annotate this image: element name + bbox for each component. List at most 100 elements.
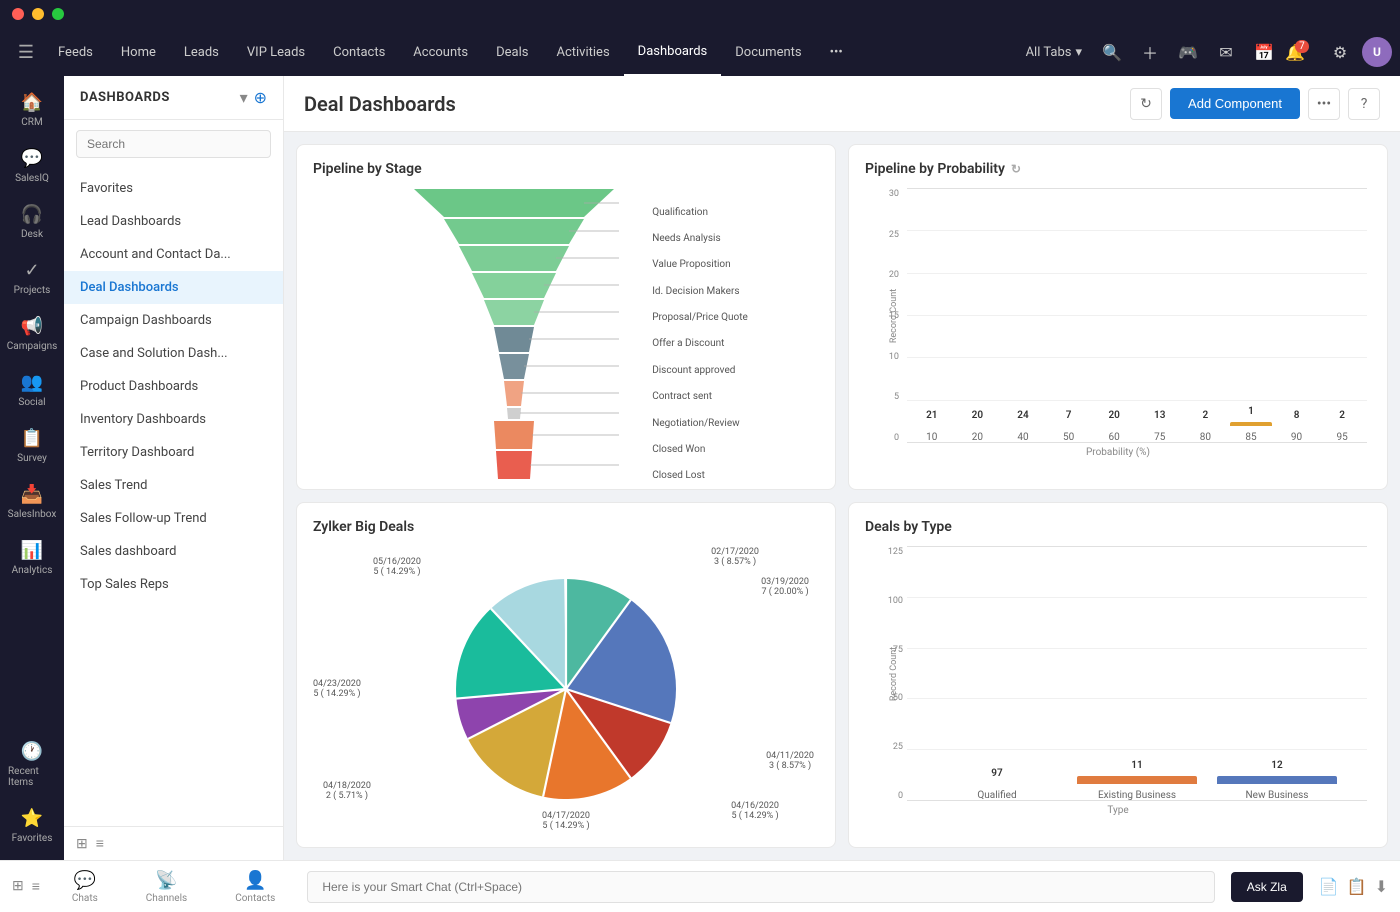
- bottom-tab-contacts[interactable]: 👤 Contacts: [219, 866, 291, 908]
- sidebar-item-survey[interactable]: 📋 Survey: [4, 420, 60, 472]
- gamepad-icon[interactable]: 🎮: [1172, 36, 1204, 68]
- nav-tab-contacts[interactable]: Contacts: [319, 28, 399, 76]
- minimize-dot[interactable]: [32, 8, 44, 20]
- add-icon[interactable]: ＋: [1134, 36, 1166, 68]
- nav-tabs: Feeds Home Leads VIP Leads Contacts Acco…: [44, 28, 1018, 76]
- sidebar-bottom-bar: ⊞ ≡: [64, 826, 283, 860]
- notification-icon[interactable]: 🔔 7: [1286, 36, 1318, 68]
- add-dashboard-icon[interactable]: ⊕: [254, 88, 267, 107]
- sidebar-nav-lead-dashboards[interactable]: Lead Dashboards: [64, 205, 283, 238]
- ask-zla-button[interactable]: Ask Zla: [1231, 872, 1303, 902]
- bar-value-95: 2: [1339, 410, 1345, 421]
- calendar-icon[interactable]: 📅: [1248, 36, 1280, 68]
- expand-icon[interactable]: ⊞: [76, 836, 88, 852]
- sidebar-nav-deal-dashboards[interactable]: Deal Dashboards: [64, 271, 283, 304]
- nav-tab-deals[interactable]: Deals: [482, 28, 542, 76]
- sidebar-nav-territory[interactable]: Territory Dashboard: [64, 436, 283, 469]
- hamburger-icon[interactable]: ☰: [8, 28, 44, 76]
- nav-tab-more[interactable]: •••: [816, 28, 857, 76]
- all-tabs-button[interactable]: All Tabs ▾: [1018, 45, 1090, 60]
- search-icon[interactable]: 🔍: [1096, 36, 1128, 68]
- page-title: Deal Dashboards: [304, 92, 1118, 116]
- sidebar-nav-account-contact[interactable]: Account and Contact Da...: [64, 238, 283, 271]
- title-bar: [0, 0, 1400, 28]
- bottom-tab-channels[interactable]: 📡 Channels: [130, 866, 203, 908]
- copy-icon[interactable]: 📋: [1347, 877, 1367, 896]
- nav-tab-feeds[interactable]: Feeds: [44, 28, 107, 76]
- sidebar-nav-sales-dashboard[interactable]: Sales dashboard: [64, 535, 283, 568]
- pipeline-by-probability-title: Pipeline by Probability ↻: [865, 161, 1371, 177]
- settings-icon[interactable]: ⚙: [1324, 36, 1356, 68]
- pie-label-02172020: 02/17/20203 ( 8.57% ): [711, 547, 759, 567]
- campaigns-icon: 📢: [21, 316, 43, 337]
- sidebar-item-analytics[interactable]: 📊 Analytics: [4, 532, 60, 584]
- funnel-label-negotiation: Negotiation/Review: [652, 418, 748, 429]
- bottom-tab-chats[interactable]: 💬 Chats: [56, 866, 114, 908]
- funnel-label-closed-won: Closed Won: [652, 444, 748, 455]
- bar-group-qualified: 97 Qualified: [937, 784, 1057, 801]
- sidebar-item-desk[interactable]: 🎧 Desk: [4, 196, 60, 248]
- sidebar-nav-sales-trend[interactable]: Sales Trend: [64, 469, 283, 502]
- sidebar-nav-product[interactable]: Product Dashboards: [64, 370, 283, 403]
- dropdown-icon[interactable]: ▾: [240, 88, 248, 107]
- more-options-icon[interactable]: •••: [1308, 88, 1340, 120]
- sidebar-nav-campaign[interactable]: Campaign Dashboards: [64, 304, 283, 337]
- nav-tab-documents[interactable]: Documents: [721, 28, 815, 76]
- sidebar-nav-top-sales[interactable]: Top Sales Reps: [64, 568, 283, 601]
- sidebar-nav-inventory[interactable]: Inventory Dashboards: [64, 403, 283, 436]
- nav-tab-accounts[interactable]: Accounts: [399, 28, 482, 76]
- funnel-label-qualification: Qualification: [652, 207, 748, 218]
- refresh-icon[interactable]: ↻: [1130, 88, 1162, 120]
- pipeline-by-stage-card: Pipeline by Stage: [296, 144, 836, 490]
- sidebar-item-salesiq[interactable]: 💬 SalesIQ: [4, 140, 60, 192]
- social-icon: 👥: [21, 372, 43, 393]
- search-input[interactable]: [76, 130, 271, 158]
- mail-icon[interactable]: ✉: [1210, 36, 1242, 68]
- nav-tab-dashboards[interactable]: Dashboards: [624, 28, 722, 76]
- close-dot[interactable]: [12, 8, 24, 20]
- refresh-prob-icon[interactable]: ↻: [1011, 162, 1021, 176]
- funnel-label-decision: Id. Decision Makers: [652, 286, 748, 297]
- desk-icon: 🎧: [21, 204, 43, 225]
- funnel-label-proposal: Proposal/Price Quote: [652, 312, 748, 323]
- funnel-label-closed-lost: Closed Lost: [652, 470, 748, 481]
- sidebar-item-social[interactable]: 👥 Social: [4, 364, 60, 416]
- sidebar-item-recent[interactable]: 🕐 Recent Items: [4, 733, 60, 796]
- nav-tab-vipleads[interactable]: VIP Leads: [233, 28, 319, 76]
- bottom-list-icon[interactable]: ≡: [32, 878, 40, 895]
- nav-tab-leads[interactable]: Leads: [170, 28, 233, 76]
- sidebar-item-favorites[interactable]: ⭐ Favorites: [4, 800, 60, 852]
- funnel-label-discount-approved: Discount approved: [652, 365, 748, 376]
- crm-icon: 🏠: [21, 92, 43, 113]
- sidebar-item-crm[interactable]: 🏠 CRM: [4, 84, 60, 136]
- sidebar-item-salesinbox[interactable]: 📥 SalesInbox: [4, 476, 60, 528]
- list-icon[interactable]: ≡: [96, 835, 104, 852]
- bottom-expand-icon[interactable]: ⊞: [12, 878, 24, 895]
- funnel-label-needs: Needs Analysis: [652, 233, 748, 244]
- bottom-bar: ⊞ ≡ 💬 Chats 📡 Channels 👤 Contacts Ask Zl…: [0, 860, 1400, 912]
- bottom-left-icons: ⊞ ≡: [12, 878, 40, 895]
- bar-value-40: 24: [1017, 410, 1028, 421]
- content-header: Deal Dashboards ↻ Add Component ••• ?: [284, 76, 1400, 132]
- bar-value-50: 7: [1066, 410, 1072, 421]
- sidebar-item-campaigns[interactable]: 📢 Campaigns: [4, 308, 60, 360]
- pie-label-04232020: 04/23/20205 ( 14.29% ): [313, 679, 361, 699]
- sidebar-item-projects[interactable]: ✓ Projects: [4, 252, 60, 304]
- recent-icon: 🕐: [21, 741, 43, 762]
- avatar[interactable]: U: [1362, 37, 1392, 67]
- download-icon[interactable]: ⬇: [1375, 877, 1388, 896]
- bar-value-20: 20: [972, 410, 983, 421]
- nav-tab-home[interactable]: Home: [107, 28, 170, 76]
- document-icon[interactable]: 📄: [1319, 877, 1339, 896]
- nav-tab-activities[interactable]: Activities: [542, 28, 623, 76]
- left-sidebar: 🏠 CRM 💬 SalesIQ 🎧 Desk ✓ Projects 📢 Camp…: [0, 76, 64, 860]
- sidebar-nav-followup[interactable]: Sales Follow-up Trend: [64, 502, 283, 535]
- sidebar-nav-case-solution[interactable]: Case and Solution Dash...: [64, 337, 283, 370]
- sidebar-header-icons: ▾ ⊕: [240, 88, 267, 107]
- main-layout: 🏠 CRM 💬 SalesIQ 🎧 Desk ✓ Projects 📢 Camp…: [0, 76, 1400, 860]
- maximize-dot[interactable]: [52, 8, 64, 20]
- help-icon[interactable]: ?: [1348, 88, 1380, 120]
- sidebar-nav-favorites[interactable]: Favorites: [64, 172, 283, 205]
- add-component-button[interactable]: Add Component: [1170, 88, 1300, 119]
- smart-chat-input[interactable]: [307, 871, 1214, 903]
